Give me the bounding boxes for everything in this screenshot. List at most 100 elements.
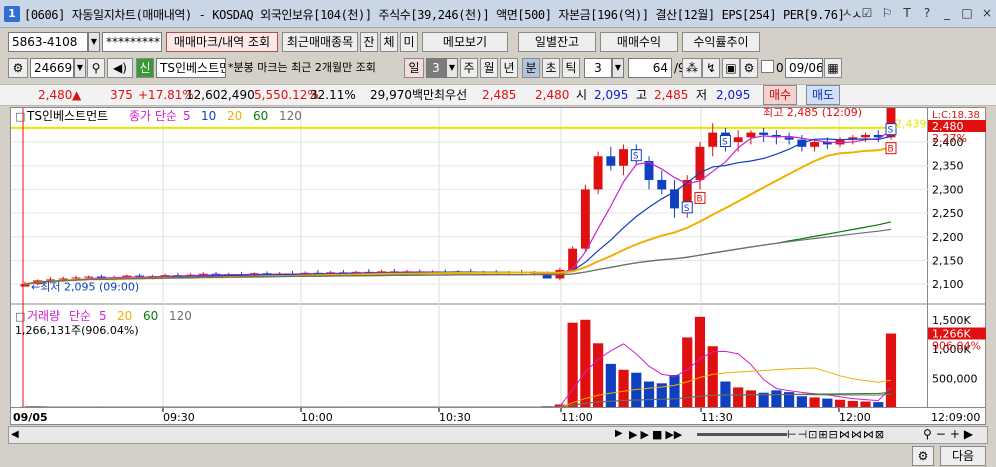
save-icon[interactable]: ▣	[722, 58, 740, 78]
volume-legend-60: 60	[143, 309, 158, 323]
ma-line-5	[24, 130, 892, 285]
low-label: 저	[696, 88, 708, 102]
next-button[interactable]: 다음	[940, 446, 986, 466]
chart-tool-icons[interactable]: ⊢⊣⊡⊞⊟⋈⋈⋈⊠	[787, 428, 885, 441]
chart-scroll-bar[interactable]: ◀ ▶ ▶ ▶ ■ ▶▶ ⊢⊣⊡⊞⊟⋈⋈⋈⊠ ⚲ − + ▶	[8, 426, 988, 444]
settings-icon[interactable]: ⚙	[8, 58, 28, 78]
stop-icon[interactable]: ■	[652, 428, 662, 441]
period-month-button[interactable]: 월	[480, 58, 498, 78]
scroll-right-icon[interactable]: ▶	[615, 428, 623, 439]
turnover-pct: 32.11%	[310, 88, 356, 102]
stock-toolbar: ⚙ 246690 ▼ ⚲ ◀) 신 TS인베스트먼트 *분봉 마크는 최근 2개…	[0, 56, 996, 80]
ma-legend-label: 종가 단순	[129, 109, 177, 123]
candle-body	[708, 132, 718, 147]
scroll-end-icon[interactable]: ▶	[964, 427, 973, 441]
period-week-button[interactable]: 주	[460, 58, 478, 78]
candle-body	[593, 156, 603, 190]
open-price: 2,095	[594, 88, 629, 102]
y-axis-svg: 2,4002,3502,3002,2502,2002,1502,100L:C:1…	[928, 110, 986, 386]
candle-body	[84, 276, 94, 278]
period-year-button[interactable]: 년	[500, 58, 518, 78]
account-dropdown-icon[interactable]: ▼	[88, 32, 100, 52]
day-count-select[interactable]: 3	[426, 58, 446, 78]
fast-forward-icon[interactable]: ▶▶	[665, 428, 682, 441]
period-tick-button[interactable]: 틱	[562, 58, 580, 78]
y-tick-label: 2,250	[932, 207, 964, 220]
close-icon[interactable]: ×	[978, 4, 996, 22]
zoom-icon[interactable]: ⚲	[923, 427, 932, 441]
count-input[interactable]: 64	[628, 58, 672, 78]
password-field[interactable]: *********	[102, 32, 162, 52]
search-icon[interactable]: ⚲	[87, 58, 105, 78]
pin-icon[interactable]: ㅅ	[838, 4, 856, 22]
chart-svg[interactable]: □ TS인베스트먼트 종가 단순 5 10 20 60 120 최고 2,485 (12:09)…	[11, 101, 929, 410]
current-price: 2,480	[38, 88, 73, 102]
x-axis-svg: 09/05 09:30 10:00 10:30 11:00 11:30 12:00 12:09…	[13, 408, 980, 424]
recent-trades-button[interactable]: 최근매매종목	[282, 32, 358, 52]
tick-dropdown-icon[interactable]: ▼	[612, 58, 624, 78]
trade-mark-query-button[interactable]: 매매마크/내역 조회	[166, 32, 278, 52]
link-icon[interactable]: ↯	[702, 58, 720, 78]
window-title: [0606] 자동일지차트(매매내역) - KOSDAQ 외국인보유[104(천…	[24, 8, 862, 22]
period-second-button[interactable]: 초	[542, 58, 560, 78]
checkbox[interactable]	[761, 60, 774, 73]
zoom-out-icon[interactable]: −	[936, 427, 946, 441]
daily-balance-button[interactable]: 일별잔고	[518, 32, 596, 52]
play-icon[interactable]: ▶	[629, 428, 637, 441]
zoom-in-icon[interactable]: +	[950, 427, 960, 441]
account-select[interactable]: 5863-4108	[8, 32, 88, 52]
filled-button[interactable]: 체	[380, 32, 398, 52]
volume-bar	[669, 375, 680, 408]
settings-gear-icon[interactable]: ⚙	[912, 446, 934, 466]
candle-body	[861, 134, 870, 138]
sell-mark-text: S	[722, 138, 728, 148]
x-tick-label: 09:30	[163, 411, 195, 424]
up-arrow-icon: ▲	[72, 88, 82, 102]
best-ask-label: 최우선	[434, 88, 468, 102]
signal-badge[interactable]: 신	[136, 58, 154, 78]
balance-button[interactable]: 잔	[360, 32, 378, 52]
grid-icon[interactable]: ☑	[858, 4, 876, 22]
window-number-badge: 1	[4, 6, 20, 22]
calendar-icon[interactable]: ▦	[824, 58, 842, 78]
code-dropdown-icon[interactable]: ▼	[74, 58, 86, 78]
flag-icon[interactable]: ⚐	[878, 4, 896, 22]
speed-slider[interactable]	[697, 433, 787, 436]
profit-trend-button[interactable]: 수익률추이	[682, 32, 760, 52]
trade-profit-button[interactable]: 매매수익	[600, 32, 678, 52]
minimize-icon[interactable]: _	[938, 4, 956, 22]
ma-legend-5: 5	[183, 109, 191, 123]
volume-y-tick: 1,500K	[932, 314, 971, 327]
title-icon: □	[15, 110, 25, 123]
draw-tool-icon[interactable]: ⁂	[682, 58, 702, 78]
period-day-button[interactable]: 일	[404, 58, 424, 78]
sell-button[interactable]: 매도	[806, 85, 840, 105]
period-minute-button[interactable]: 분	[522, 58, 540, 78]
high-label: 고	[636, 88, 648, 102]
memo-view-button[interactable]: 메모보기	[422, 32, 508, 52]
x-tick-label: 12:00	[839, 411, 871, 424]
step-forward-icon[interactable]: ▶	[640, 428, 648, 441]
stock-code-input[interactable]: 246690	[30, 58, 74, 78]
buy-button[interactable]: 매수	[763, 85, 797, 105]
volume-bar	[707, 346, 718, 408]
checkbox-label: 0	[776, 61, 784, 75]
text-icon[interactable]: T	[898, 4, 916, 22]
unfilled-button[interactable]: 미	[400, 32, 418, 52]
volume-bar	[745, 390, 757, 408]
best-bid: 2,480	[535, 88, 570, 102]
scroll-left-icon[interactable]: ◀	[11, 429, 19, 440]
buy-mark-text: B	[696, 194, 702, 204]
speaker-icon[interactable]: ◀)	[107, 58, 133, 78]
gear-icon[interactable]: ⚙	[740, 58, 758, 78]
chart-area[interactable]: □ TS인베스트먼트 종가 단순 5 10 20 60 120 최고 2,485 (12:09)…	[10, 101, 929, 410]
y-tick-label: 2,350	[932, 160, 964, 173]
help-icon[interactable]: ?	[918, 4, 936, 22]
date-input[interactable]: 09/06	[785, 58, 823, 78]
tick-value-select[interactable]: 3	[584, 58, 612, 78]
maximize-icon[interactable]: □	[958, 4, 976, 22]
day-count-dropdown-icon[interactable]: ▼	[446, 58, 458, 78]
volume-legend-5: 5	[99, 309, 107, 323]
x-tick-label: 11:30	[701, 411, 733, 424]
open-label: 시	[576, 88, 588, 102]
